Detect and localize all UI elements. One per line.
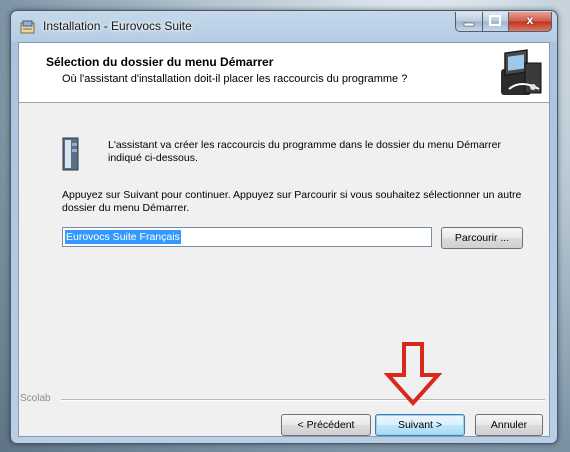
installer-window: Installation - Eurovocs Suite x Sélectio…: [10, 10, 558, 444]
back-button[interactable]: < Précédent: [281, 414, 371, 436]
title-bar[interactable]: Installation - Eurovocs Suite x: [11, 11, 557, 41]
wizard-client-area: Sélection du dossier du menu Démarrer Où…: [18, 42, 550, 437]
browse-button[interactable]: Parcourir ...: [441, 227, 523, 249]
close-icon: x: [526, 13, 534, 27]
footer-divider: [61, 399, 545, 401]
start-menu-folder-icon: [62, 137, 79, 171]
cancel-button[interactable]: Annuler: [475, 414, 543, 436]
close-button[interactable]: x: [508, 12, 552, 32]
wizard-header: Sélection du dossier du menu Démarrer Où…: [19, 43, 549, 103]
installer-computer-icon: [501, 49, 542, 95]
maximize-button[interactable]: [482, 12, 509, 32]
window-title: Installation - Eurovocs Suite: [43, 19, 192, 33]
instructions-text: Appuyez sur Suivant pour continuer. Appu…: [62, 189, 522, 214]
maximize-icon: [489, 15, 501, 26]
minimize-icon: [463, 22, 475, 27]
installer-app-icon: [20, 20, 35, 34]
minimize-button[interactable]: [455, 12, 483, 32]
info-text: L'assistant va créer les raccourcis du p…: [108, 139, 502, 164]
footer-brand-label: Scolab: [20, 393, 51, 404]
page-title: Sélection du dossier du menu Démarrer: [46, 55, 274, 69]
next-button[interactable]: Suivant >: [375, 414, 465, 436]
red-down-arrow-icon: [384, 342, 442, 407]
page-subtitle: Où l'assistant d'installation doit-il pl…: [62, 73, 408, 85]
start-menu-folder-value[interactable]: Eurovocs Suite Français: [65, 230, 181, 244]
